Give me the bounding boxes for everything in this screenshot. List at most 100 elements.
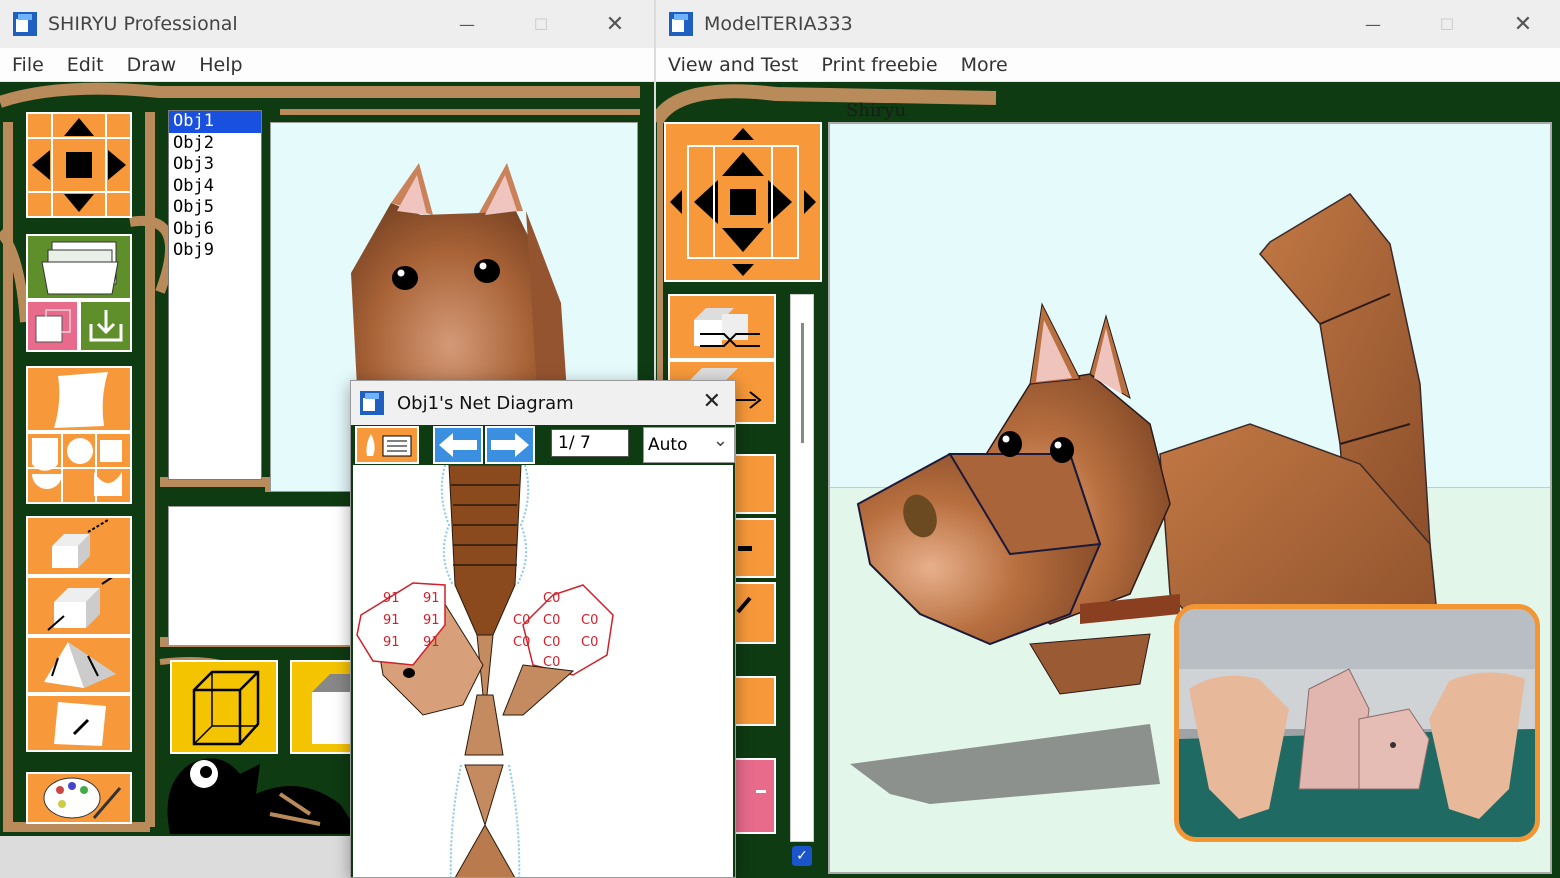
patch-label: C0 — [543, 613, 561, 628]
patch-label: 91 — [383, 613, 400, 628]
menu-view-and-test[interactable]: View and Test — [668, 54, 798, 76]
list-item[interactable]: Obj6 — [169, 219, 261, 241]
minimize-icon: — — [459, 14, 475, 34]
net-diagram-window: Obj1's Net Diagram ✕ 1/ 7 Auto ⌄ 91 91 9… — [350, 380, 736, 878]
menu-more[interactable]: More — [961, 54, 1008, 76]
prev-page-button[interactable] — [433, 426, 483, 464]
minimize-button[interactable]: — — [1336, 0, 1410, 48]
arrow-right-icon — [491, 433, 529, 457]
save-icon — [89, 310, 123, 342]
object-list[interactable]: Obj1 Obj2 Obj3 Obj4 Obj5 Obj6 Obj9 — [168, 110, 262, 480]
side-tool-1[interactable] — [734, 454, 776, 514]
list-item[interactable]: Obj9 — [169, 240, 261, 262]
list-item[interactable]: Obj2 — [169, 133, 261, 155]
menu-file[interactable]: File — [12, 54, 44, 76]
unfolded-net-diagram — [356, 465, 614, 877]
page-indicator: 1/ 7 — [551, 429, 629, 457]
shapes-icon — [28, 434, 130, 502]
next-page-button[interactable] — [485, 426, 535, 464]
new-icon — [35, 309, 71, 343]
pyramid-tool-button[interactable] — [26, 636, 132, 694]
shapes-tool-button[interactable] — [26, 432, 132, 504]
open-file-button[interactable] — [26, 234, 132, 300]
palette-button[interactable] — [26, 772, 132, 824]
window-title: ModelTERIA333 — [704, 13, 853, 35]
modeliteria-titlebar[interactable]: ModelTERIA333 — ☐ ✕ — [656, 0, 1560, 48]
net-diagram-titlebar[interactable]: Obj1's Net Diagram ✕ — [351, 381, 735, 425]
fold-tool-button[interactable] — [26, 694, 132, 752]
app-icon — [360, 391, 384, 415]
solid-box-icon — [312, 674, 358, 744]
patch-label: 91 — [423, 591, 440, 606]
camera-arrows-pad[interactable] — [664, 122, 822, 282]
modeliteria-menubar: View and Test Print freebie More — [656, 48, 1560, 82]
menu-help[interactable]: Help — [199, 54, 242, 76]
cat-mascot-decoration — [167, 758, 360, 834]
wireframe-button[interactable] — [170, 660, 278, 754]
swap-parts-button[interactable] — [668, 294, 776, 360]
list-item[interactable]: Obj1 — [169, 111, 261, 133]
close-button[interactable]: ✕ — [1486, 0, 1560, 48]
patch-label: C0 — [543, 591, 561, 606]
box-scale-button[interactable] — [26, 575, 132, 636]
box-icon — [52, 519, 109, 568]
palette-icon — [43, 777, 122, 819]
side-tool-4[interactable] — [734, 676, 776, 726]
maximize-icon: ☐ — [533, 14, 549, 34]
maximize-button[interactable]: ☐ — [1410, 0, 1484, 48]
menu-print-freebie[interactable]: Print freebie — [821, 54, 937, 76]
save-file-button[interactable] — [79, 300, 132, 352]
shiryu-menubar: File Edit Draw Help — [0, 48, 654, 82]
checkbox-icon: ✓ — [796, 848, 808, 864]
pyramid-icon — [44, 642, 116, 688]
net-diagram-sheet: 91 91 91 91 91 91 C0 C0 C0 C0 C0 C0 C0 C… — [353, 465, 733, 877]
minus-icon — [738, 546, 752, 551]
box-stretch-button[interactable] — [26, 516, 132, 576]
shiryu-titlebar[interactable]: SHIRYU Professional — ☐ ✕ — [0, 0, 654, 48]
sheet-icon — [54, 372, 108, 428]
move-arrows-pad[interactable] — [26, 112, 132, 218]
scrollbar-thumb[interactable] — [801, 323, 804, 443]
print-icon — [366, 434, 412, 457]
close-icon: ✕ — [605, 11, 625, 37]
cubes-swap-icon — [694, 308, 760, 347]
net-diagram-toolbar: 1/ 7 Auto ⌄ — [351, 425, 735, 465]
patch-label: C0 — [543, 635, 561, 650]
minimize-icon: — — [1365, 14, 1381, 34]
list-item[interactable]: Obj5 — [169, 197, 261, 219]
list-item[interactable]: Obj4 — [169, 176, 261, 198]
patch-label: 91 — [423, 613, 440, 628]
minimize-button[interactable]: — — [430, 0, 504, 48]
dialog-title: Obj1's Net Diagram — [397, 392, 574, 414]
menu-edit[interactable]: Edit — [67, 54, 104, 76]
show-checkbox[interactable]: ✓ — [792, 846, 812, 866]
side-tool-5[interactable] — [734, 758, 776, 834]
chevron-down-icon: ⌄ — [712, 430, 728, 451]
patch-label: C0 — [581, 613, 599, 628]
patch-label: 91 — [423, 635, 440, 650]
dash-icon — [756, 790, 766, 793]
close-button[interactable]: ✕ — [578, 0, 652, 48]
patch-label: C0 — [543, 655, 561, 670]
vertical-scrollbar[interactable] — [790, 294, 814, 842]
property-panel — [168, 506, 358, 646]
maximize-button[interactable]: ☐ — [504, 0, 578, 48]
scale-dropdown-value: Auto — [648, 435, 688, 455]
new-file-button[interactable] — [26, 300, 79, 352]
menu-draw[interactable]: Draw — [127, 54, 177, 76]
side-tool-3[interactable] — [734, 582, 776, 644]
hands-paper-cat-photo — [1179, 609, 1535, 837]
list-item[interactable]: Obj3 — [169, 154, 261, 176]
close-button[interactable]: ✕ — [703, 389, 721, 414]
sheet-tool-button[interactable] — [26, 366, 132, 432]
print-button[interactable] — [355, 426, 419, 464]
arrow-cross-icon — [28, 114, 130, 216]
paper-model-photo — [1174, 604, 1540, 842]
folder-open-icon — [41, 241, 119, 295]
net-diagram-canvas[interactable]: 91 91 91 91 91 91 C0 C0 C0 C0 C0 C0 C0 C… — [351, 465, 735, 877]
window-title: SHIRYU Professional — [48, 13, 238, 35]
side-tool-2[interactable] — [734, 518, 776, 578]
patch-label: 91 — [383, 591, 400, 606]
scale-dropdown[interactable]: Auto ⌄ — [643, 427, 735, 463]
patch-label: C0 — [513, 635, 531, 650]
